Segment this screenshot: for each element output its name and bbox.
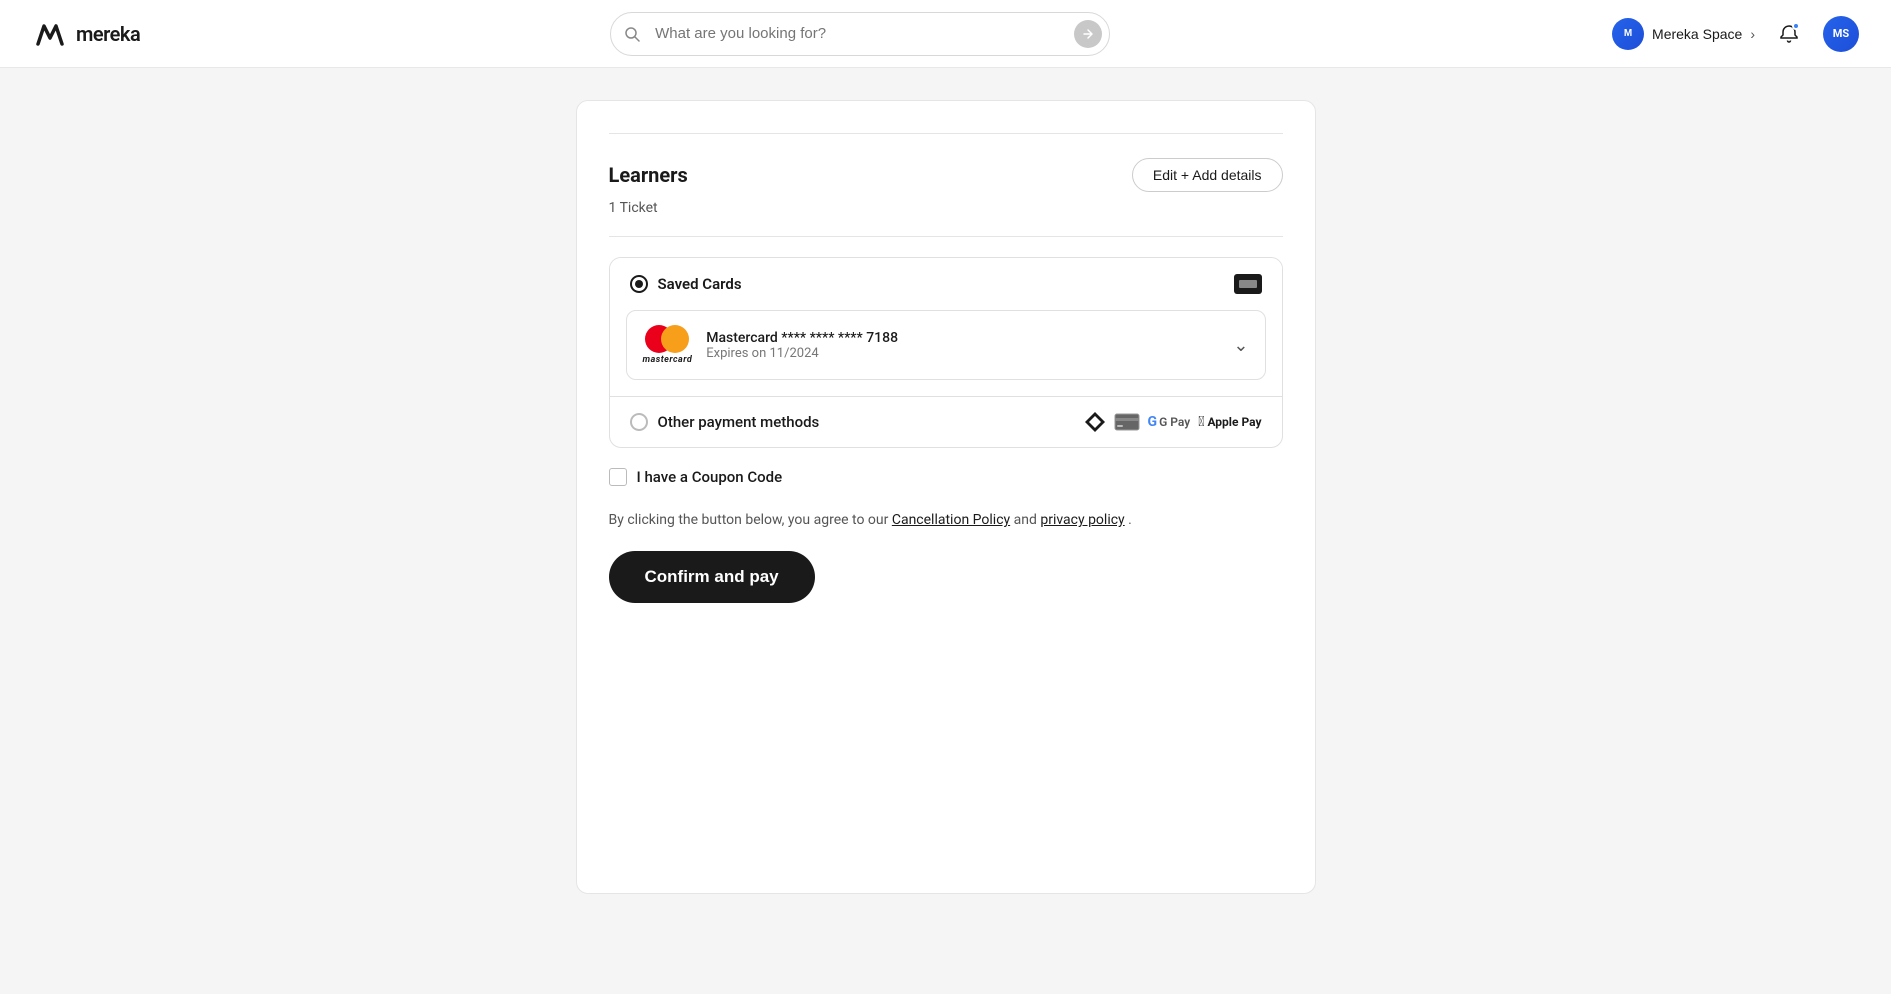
card-icon (1234, 274, 1262, 294)
saved-cards-radio[interactable] (630, 275, 648, 293)
mereka-logo-icon (32, 16, 68, 52)
google-pay-icon: G G Pay (1148, 414, 1191, 430)
logo[interactable]: mereka (32, 16, 140, 52)
search-icon (624, 26, 640, 42)
klarna-icon (1084, 411, 1106, 433)
workspace-avatar: M (1612, 18, 1644, 50)
coupon-checkbox[interactable] (609, 468, 627, 486)
main-panel: Learners Edit + Add details 1 Ticket Sav… (576, 100, 1316, 894)
mastercard-logo: mastercard (643, 325, 693, 365)
page-content: Learners Edit + Add details 1 Ticket Sav… (0, 68, 1891, 926)
payment-icons: G G Pay  Apple Pay (1084, 411, 1262, 433)
coupon-label: I have a Coupon Code (637, 468, 783, 486)
card-entry[interactable]: mastercard Mastercard **** **** **** 718… (626, 310, 1266, 380)
card-expiry: Expires on 11/2024 (706, 346, 898, 361)
ticket-count: 1 Ticket (609, 200, 1283, 216)
payment-section: Saved Cards mastercard (609, 257, 1283, 448)
other-payment-option[interactable]: Other payment methods (610, 396, 1282, 447)
card-info: mastercard Mastercard **** **** **** 718… (643, 325, 899, 365)
other-payment-left: Other payment methods (630, 413, 820, 431)
coupon-row: I have a Coupon Code (609, 468, 1283, 486)
other-payment-radio[interactable] (630, 413, 648, 431)
edit-add-details-button[interactable]: Edit + Add details (1132, 158, 1283, 192)
saved-cards-label: Saved Cards (658, 275, 742, 293)
top-divider (609, 133, 1283, 134)
privacy-policy-link[interactable]: privacy policy (1040, 512, 1124, 528)
confirm-and-pay-button[interactable]: Confirm and pay (609, 551, 815, 603)
search-input[interactable] (610, 12, 1110, 56)
learners-title: Learners (609, 163, 688, 187)
cancellation-policy-link[interactable]: Cancellation Policy (892, 512, 1010, 528)
bank-icon (1114, 413, 1140, 431)
header-right: M Mereka Space › MS (1612, 16, 1859, 52)
saved-cards-left: Saved Cards (630, 275, 742, 293)
search-submit-button[interactable] (1074, 20, 1102, 48)
header: mereka M Mereka Space › (0, 0, 1891, 68)
user-avatar[interactable]: MS (1823, 16, 1859, 52)
search-bar (610, 12, 1110, 56)
notifications-button[interactable] (1771, 16, 1807, 52)
notification-dot (1792, 22, 1800, 30)
apple-pay-icon:  Apple Pay (1198, 414, 1261, 430)
learners-section-header: Learners Edit + Add details (609, 158, 1283, 192)
mastercard-label: mastercard (643, 355, 693, 365)
workspace-name: Mereka Space (1652, 26, 1742, 42)
chevron-down-icon[interactable]: ⌄ (1233, 335, 1248, 356)
other-payment-label: Other payment methods (658, 413, 820, 431)
terms-text: By clicking the button below, you agree … (609, 510, 1283, 531)
logo-text: mereka (76, 22, 140, 46)
card-details: Mastercard **** **** **** 7188 Expires o… (706, 330, 898, 361)
workspace-switcher[interactable]: M Mereka Space › (1612, 18, 1755, 50)
saved-cards-option[interactable]: Saved Cards (610, 258, 1282, 310)
section-divider (609, 236, 1283, 237)
mastercard-orange-circle (661, 325, 689, 353)
card-number: Mastercard **** **** **** 7188 (706, 330, 898, 346)
chevron-right-icon: › (1750, 26, 1755, 42)
